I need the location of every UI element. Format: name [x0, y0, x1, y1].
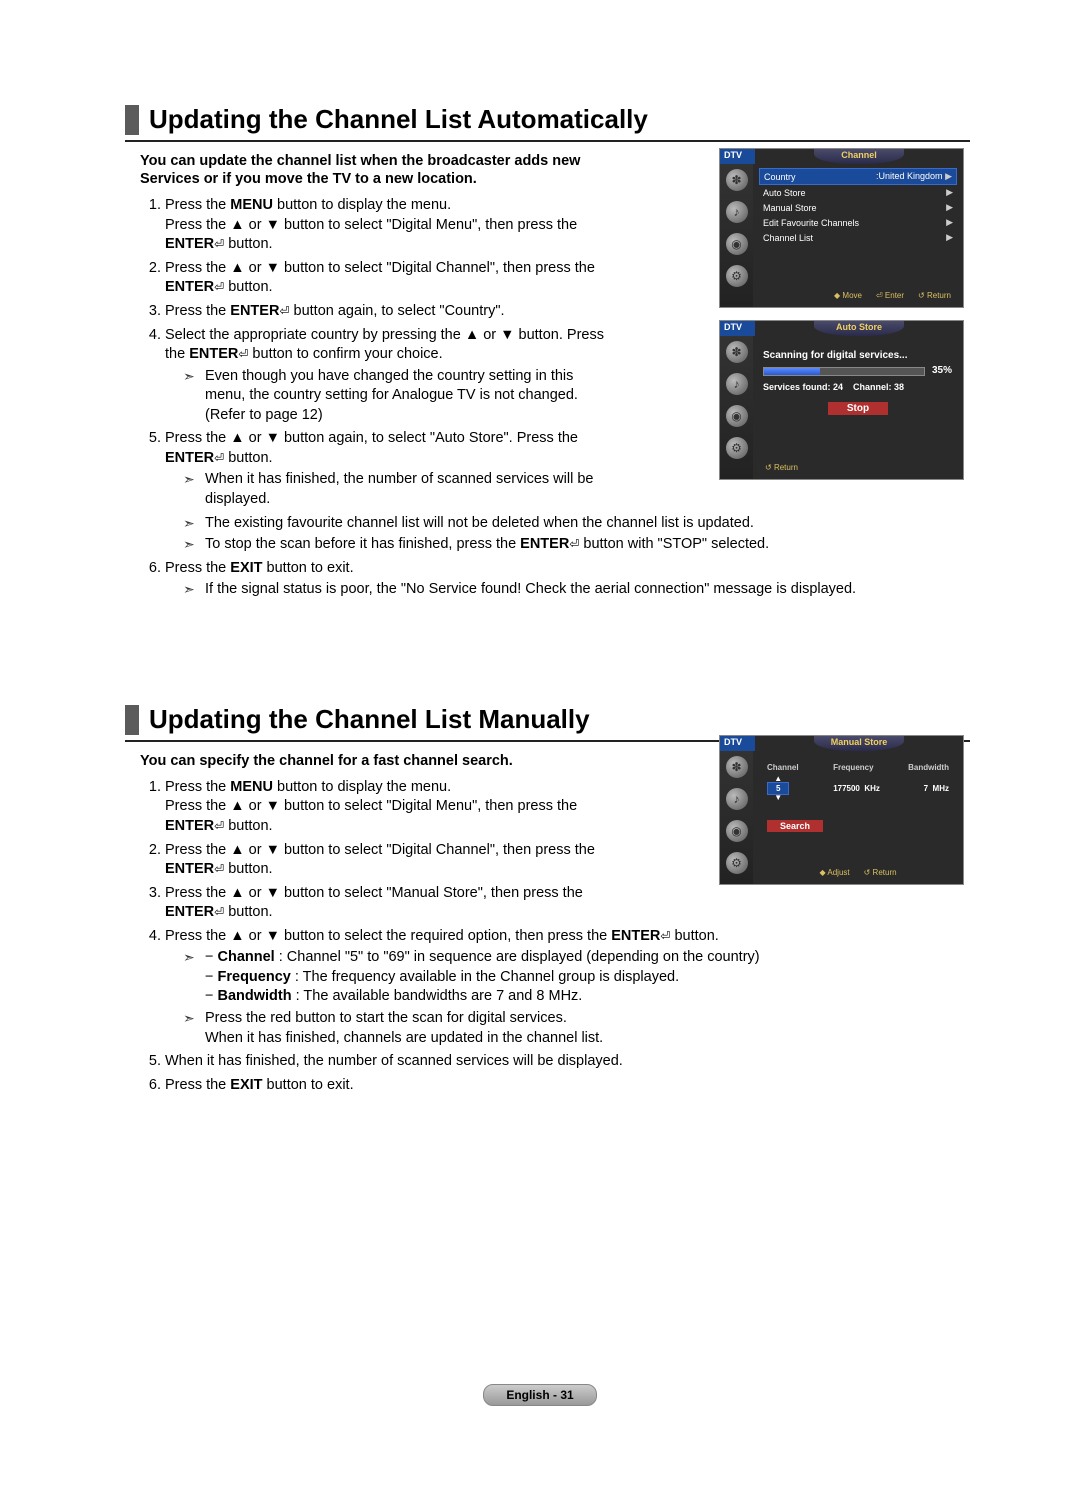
menu-row-editfav: Edit Favourite Channels▶	[759, 215, 957, 230]
col-frequency: Frequency	[833, 763, 873, 772]
tv-sidebar: ✽ ♪ ◉ ⚙	[720, 164, 753, 307]
note-arrow-icon	[183, 514, 205, 534]
s2-step3: Press the ▲ or ▼ button to select "Manua…	[165, 884, 605, 923]
s1-step4: Select the appropriate country by pressi…	[165, 326, 605, 426]
search-button: Search	[767, 820, 823, 832]
s2-step1: Press the MENU button to display the men…	[165, 778, 605, 837]
picture-icon: ✽	[726, 169, 748, 191]
section-heading-auto: Updating the Channel List Automatically	[125, 105, 970, 135]
s1-step3: Press the ENTER button again, to select …	[165, 302, 605, 322]
sound-icon: ♪	[726, 788, 748, 810]
tv-screenshot-channel-menu: DTV Channel ✽ ♪ ◉ ⚙ Country :United King…	[719, 148, 964, 308]
service-count: Services found: 24 Channel: 38	[763, 382, 953, 392]
page-number-badge: English - 31	[483, 1384, 596, 1406]
enter-icon	[238, 346, 248, 362]
dtv-badge: DTV	[720, 149, 755, 164]
s2-step4: Press the ▲ or ▼ button to select the re…	[165, 927, 945, 1048]
setup-icon: ⚙	[726, 265, 748, 287]
sound-icon: ♪	[726, 373, 748, 395]
enter-icon	[214, 279, 224, 295]
col-channel: Channel	[767, 763, 799, 772]
note-arrow-icon	[183, 948, 205, 1007]
enter-icon	[214, 450, 224, 466]
menu-row-channellist: Channel List▶	[759, 230, 957, 245]
tv-title: Manual Store	[814, 736, 904, 751]
enter-icon	[214, 236, 224, 252]
s2-step2: Press the ▲ or ▼ button to select "Digit…	[165, 841, 605, 880]
enter-icon	[214, 861, 224, 877]
enter-icon	[214, 904, 224, 920]
dtv-badge: DTV	[720, 736, 755, 751]
tv-title: Channel	[814, 149, 904, 164]
tv-footer: ◆ Move ⏎ Enter ↺ Return	[759, 288, 957, 303]
tv-footer: ◆ Adjust ↺ Return	[759, 865, 957, 880]
note-arrow-icon	[183, 367, 205, 426]
section1-intro: You can update the channel list when the…	[140, 152, 590, 188]
menu-row-autostore: Auto Store▶	[759, 185, 957, 200]
stop-button: Stop	[828, 402, 888, 415]
enter-icon	[660, 928, 670, 944]
section2-intro: You can specify the channel for a fast c…	[140, 752, 590, 770]
s1-step1: Press the MENU button to display the men…	[165, 196, 605, 255]
tv-sidebar: ✽ ♪ ◉ ⚙	[720, 336, 753, 479]
menu-row-manualstore: Manual Store▶	[759, 200, 957, 215]
tv-footer: ↺ Return	[759, 460, 957, 475]
setup-icon: ⚙	[726, 437, 748, 459]
channel-icon: ◉	[726, 820, 748, 842]
tv-title: Auto Store	[814, 321, 904, 336]
scanning-label: Scanning for digital services...	[763, 350, 953, 361]
s2-step6: Press the EXIT button to exit.	[165, 1076, 945, 1096]
note-arrow-icon	[183, 535, 205, 555]
enter-icon	[279, 303, 289, 319]
s1-step5-notes: The existing favourite channel list will…	[145, 514, 925, 555]
menu-row-country: Country :United Kingdom ▶	[759, 168, 957, 185]
tv-screenshot-manual-store: DTV Manual Store ✽ ♪ ◉ ⚙ Channel Frequen…	[719, 735, 964, 885]
tv-screenshot-auto-store: DTV Auto Store ✽ ♪ ◉ ⚙ Scanning for digi…	[719, 320, 964, 480]
setup-icon: ⚙	[726, 852, 748, 874]
s2-step5: When it has finished, the number of scan…	[165, 1052, 945, 1072]
section-heading-manual: Updating the Channel List Manually	[125, 705, 970, 735]
note-arrow-icon	[183, 470, 205, 509]
dtv-badge: DTV	[720, 321, 755, 336]
s1-step6: Press the EXIT button to exit. If the si…	[165, 559, 945, 600]
progress-bar: 35%	[763, 367, 925, 376]
channel-icon: ◉	[726, 233, 748, 255]
enter-icon	[214, 818, 224, 834]
picture-icon: ✽	[726, 341, 748, 363]
tv-sidebar: ✽ ♪ ◉ ⚙	[720, 751, 753, 884]
col-bandwidth: Bandwidth	[908, 763, 949, 772]
note-arrow-icon	[183, 580, 205, 600]
channel-icon: ◉	[726, 405, 748, 427]
page-footer: English - 31	[0, 1384, 1080, 1406]
s1-step2: Press the ▲ or ▼ button to select "Digit…	[165, 259, 605, 298]
s1-step5: Press the ▲ or ▼ button again, to select…	[165, 429, 605, 509]
picture-icon: ✽	[726, 756, 748, 778]
sound-icon: ♪	[726, 201, 748, 223]
enter-icon	[569, 536, 579, 552]
note-arrow-icon	[183, 1009, 205, 1048]
